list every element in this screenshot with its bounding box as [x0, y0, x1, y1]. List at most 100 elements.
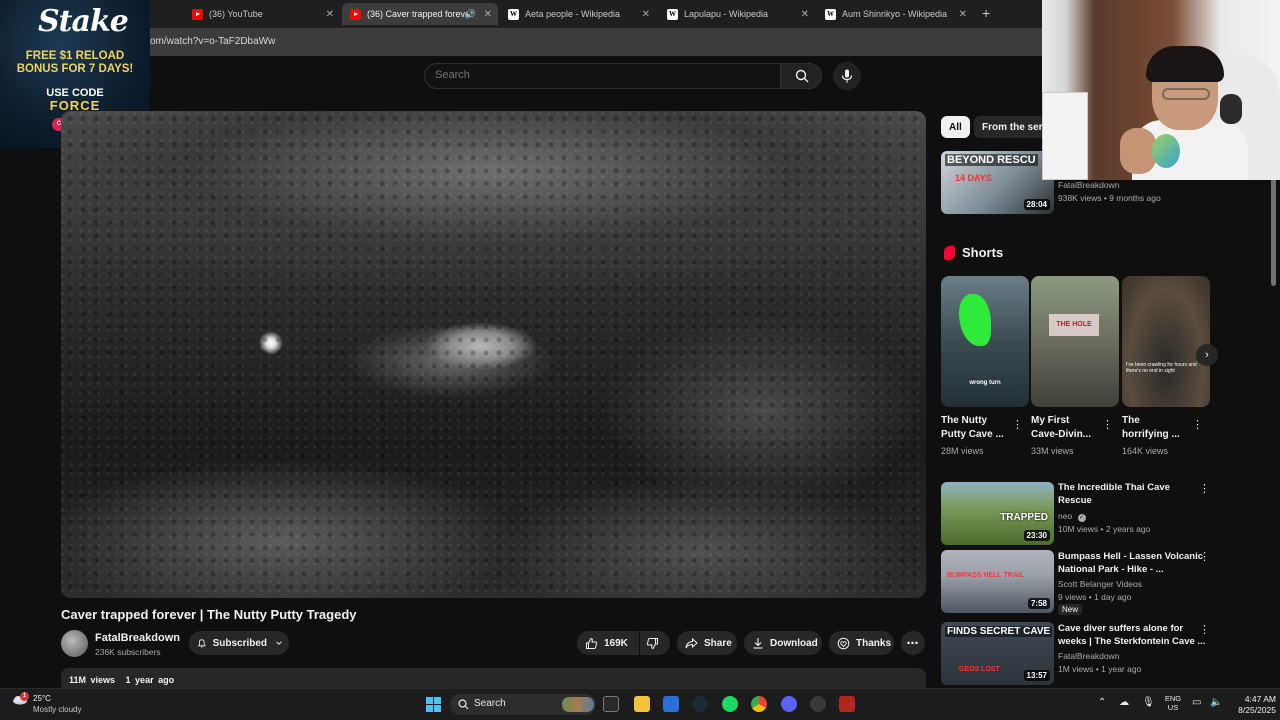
description-box[interactable]: [61, 668, 926, 690]
video-channel[interactable]: Scott Belanger Videos: [1058, 579, 1142, 589]
ad-bonus-line1: FREE $1 RELOAD: [25, 50, 125, 62]
app-icon[interactable]: [839, 696, 855, 712]
wikipedia-icon: W: [825, 8, 836, 20]
close-icon[interactable]: ✕: [642, 9, 650, 20]
video-title-link[interactable]: The Incredible Thai Cave Rescue: [1058, 481, 1170, 507]
shorts-next-button[interactable]: ›: [1196, 344, 1218, 366]
video-thumbnail[interactable]: TRAPPED 23:30: [941, 482, 1054, 545]
short-thumbnail[interactable]: wrong turn: [941, 276, 1029, 407]
thumbnail-text: BEYOND RESCU: [945, 154, 1038, 166]
video-meta: 10M views • 2 years ago: [1058, 524, 1151, 534]
thumbnail-subtext: GEOS LOST: [959, 666, 1000, 673]
file-explorer-icon[interactable]: [634, 696, 650, 712]
video-title-line: National Park - Hike - ...: [1058, 564, 1164, 575]
share-label: Share: [704, 637, 732, 649]
search-input[interactable]: [435, 69, 765, 81]
voice-search-button[interactable]: [833, 62, 861, 90]
system-tray[interactable]: ⌃ ☁ 🎙: [1098, 697, 1155, 708]
view-count: 11M views: [69, 675, 116, 685]
search-box[interactable]: [424, 63, 781, 89]
cloud-icon[interactable]: ☁: [1119, 697, 1129, 708]
channel-avatar[interactable]: [61, 630, 88, 657]
chevron-up-icon[interactable]: ⌃: [1098, 697, 1106, 708]
more-vertical-icon[interactable]: ⋮: [1102, 418, 1113, 432]
more-vertical-icon[interactable]: ⋮: [1199, 623, 1210, 637]
video-meta: 9 views • 1 day ago: [1058, 592, 1132, 602]
thumbs-up-icon: [586, 637, 598, 649]
short-views: 33M views: [1031, 446, 1074, 456]
chrome-icon[interactable]: [751, 696, 767, 712]
close-icon[interactable]: ✕: [959, 9, 967, 20]
share-button[interactable]: Share: [677, 631, 737, 655]
new-badge: New: [1058, 604, 1083, 615]
subscribed-button[interactable]: Subscribed: [189, 631, 289, 655]
weather-badge: 1: [20, 692, 29, 701]
video-channel[interactable]: FatalBreakdown: [1058, 180, 1119, 190]
short-title[interactable]: The Nutty Putty Cave ...: [941, 414, 1013, 442]
microphone-icon[interactable]: 🎙: [1142, 697, 1155, 708]
thumbnail-text: FINDS SECRET CAVE: [945, 626, 1053, 637]
clock-time[interactable]: 4:47 AM: [1226, 694, 1276, 704]
close-icon[interactable]: ✕: [801, 9, 809, 20]
video-channel[interactable]: FatalBreakdown: [1058, 651, 1119, 661]
search-button[interactable]: [781, 63, 822, 89]
video-title: Caver trapped forever | The Nutty Putty …: [61, 607, 357, 622]
url-text[interactable]: om/watch?v=o-TaF2DbaWw: [150, 36, 275, 47]
new-tab-button[interactable]: +: [982, 5, 990, 21]
download-button[interactable]: Download: [744, 631, 822, 655]
steam-icon[interactable]: [692, 696, 708, 712]
video-title-link[interactable]: Bumpass Hell - Lassen Volcanic National …: [1058, 550, 1203, 576]
start-button[interactable]: [426, 697, 441, 712]
clock-date[interactable]: 8/25/2025: [1226, 705, 1276, 715]
video-stats: 11M views 1 year ago: [69, 675, 174, 685]
more-vertical-icon[interactable]: ⋮: [1192, 418, 1203, 432]
like-button[interactable]: 169K: [577, 631, 639, 655]
speaker-icon[interactable]: 🔊: [465, 9, 476, 20]
tab-aeta-wikipedia[interactable]: W Aeta people - Wikipedia ✕: [500, 3, 656, 25]
video-thumbnail[interactable]: BEYOND RESCU 14 DAYS 28:04: [941, 151, 1054, 214]
weather-description[interactable]: Mostly cloudy: [33, 705, 81, 714]
short-title[interactable]: The horrifying ...: [1122, 414, 1194, 442]
tab-aum-shinrikyo-wikipedia[interactable]: W Aum Shinrikyo - Wikipedia ✕: [817, 3, 973, 25]
microphone-icon: [841, 69, 853, 83]
obs-icon[interactable]: [810, 696, 826, 712]
close-icon[interactable]: ✕: [326, 9, 334, 20]
subscriber-count: 236K subscribers: [95, 647, 161, 657]
video-thumbnail[interactable]: FINDS SECRET CAVE GEOS LOST 13:57: [941, 622, 1054, 685]
thanks-button[interactable]: Thanks: [829, 631, 894, 655]
video-title-link[interactable]: Cave diver suffers alone for weeks | The…: [1058, 622, 1205, 648]
ad-bonus-text: FREE $1 RELOAD BONUS FOR 7 DAYS!: [0, 50, 150, 76]
video-duration: 28:04: [1023, 199, 1050, 210]
thumbnail-text: BUMPASS HELL TRAIL: [947, 572, 1025, 579]
video-player[interactable]: [61, 111, 926, 598]
video-thumbnail[interactable]: BUMPASS HELL TRAIL 7:58: [941, 550, 1054, 613]
store-icon[interactable]: [663, 696, 679, 712]
discord-icon[interactable]: [781, 696, 797, 712]
more-actions-button[interactable]: ⋯: [901, 631, 925, 655]
language-indicator[interactable]: ENG US: [1164, 694, 1182, 712]
weather-temperature[interactable]: 25°C: [33, 694, 51, 703]
more-vertical-icon[interactable]: ⋮: [1199, 482, 1210, 496]
chip-all[interactable]: All: [941, 116, 970, 138]
tray-status-icons[interactable]: ▭ 🔈: [1192, 697, 1223, 708]
short-title[interactable]: My First Cave-Divin...: [1031, 414, 1103, 442]
close-icon[interactable]: ✕: [484, 9, 492, 20]
tab-label: Aeta people - Wikipedia: [525, 9, 621, 19]
spotify-icon[interactable]: [722, 696, 738, 712]
more-vertical-icon[interactable]: ⋮: [1199, 550, 1210, 564]
dislike-button[interactable]: [640, 631, 670, 655]
tab-youtube-home[interactable]: (36) YouTube ✕: [184, 3, 340, 25]
tab-lapulapu-wikipedia[interactable]: W Lapulapu - Wikipedia ✕: [659, 3, 815, 25]
video-channel[interactable]: neo ✓: [1058, 511, 1086, 522]
short-title-line: Putty Cave ...: [941, 429, 1004, 440]
short-thumbnail[interactable]: THE HOLE: [1031, 276, 1119, 407]
task-view-icon[interactable]: [603, 696, 619, 712]
short-caption: wrong turn: [969, 380, 1001, 386]
search-icon: [458, 699, 469, 710]
tab-label: (36) YouTube: [209, 9, 263, 19]
more-vertical-icon[interactable]: ⋮: [1012, 418, 1023, 432]
wikipedia-icon: W: [508, 8, 519, 20]
channel-name[interactable]: FatalBreakdown: [95, 632, 180, 644]
tab-caver-video[interactable]: (36) Caver trapped forever 🔊 ✕: [342, 3, 498, 25]
short-thumbnail[interactable]: I've been crawling for hours and there's…: [1122, 276, 1210, 407]
